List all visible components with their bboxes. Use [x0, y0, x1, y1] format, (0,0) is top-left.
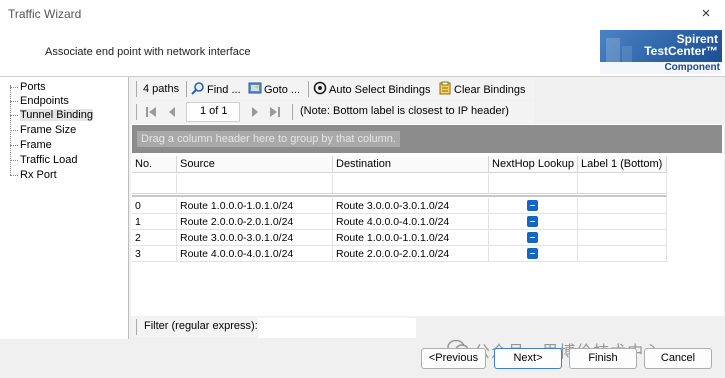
- group-by-hint: Drag a column header here to group by th…: [137, 131, 400, 147]
- filter-label: Filter (regular express):: [144, 320, 258, 332]
- column-header-nexthop-lookup[interactable]: NextHop Lookup: [489, 156, 578, 173]
- nav-item-rx-port[interactable]: Rx Port: [10, 168, 57, 182]
- filter-input[interactable]: [258, 318, 416, 338]
- logo-badge: Component: [664, 62, 720, 73]
- nav-item-traffic-load[interactable]: Traffic Load: [10, 153, 77, 167]
- paths-count: 4 paths: [143, 83, 180, 95]
- cell-no[interactable]: 1: [132, 214, 177, 230]
- column-header-destination[interactable]: Destination: [333, 156, 489, 173]
- cell-no[interactable]: 2: [132, 230, 177, 246]
- toolbar-grip: [136, 81, 137, 97]
- cell-nexthop[interactable]: [489, 214, 578, 230]
- nav-item-frame-size[interactable]: Frame Size: [10, 123, 76, 137]
- cell-nexthop[interactable]: [489, 246, 578, 262]
- goto-label: Goto ...: [264, 84, 301, 96]
- clear-bindings-label: Clear Bindings: [454, 84, 526, 96]
- logo-text-line2: TestCenter™: [644, 44, 718, 58]
- spirent-logo: Spirent TestCenter™ Component: [600, 30, 722, 74]
- find-label: Find ...: [207, 84, 241, 96]
- previous-button[interactable]: <Previous: [421, 348, 486, 369]
- cell-destination[interactable]: Route 4.0.0.0-4.0.1.0/24: [333, 214, 489, 230]
- cell-label-1[interactable]: [578, 246, 667, 262]
- page-indicator: 1 of 1: [200, 105, 228, 117]
- wizard-step-tree: Ports Endpoints Tunnel Binding Frame Siz…: [0, 77, 129, 339]
- column-filter-cell[interactable]: [489, 174, 578, 194]
- cell-source[interactable]: Route 2.0.0.0-2.0.1.0/24: [177, 214, 333, 230]
- nav-item-ports[interactable]: Ports: [10, 80, 46, 94]
- toolbar-separator: [292, 104, 293, 120]
- cell-label-1[interactable]: [578, 230, 667, 246]
- title-bar: [0, 0, 725, 28]
- nav-item-endpoints[interactable]: Endpoints: [10, 94, 69, 108]
- column-filter-cell[interactable]: [578, 174, 667, 194]
- column-header-source[interactable]: Source: [177, 156, 333, 173]
- close-button[interactable]: ×: [695, 4, 717, 24]
- cell-nexthop[interactable]: [489, 230, 578, 246]
- column-header-no[interactable]: No.: [132, 156, 177, 173]
- next-page-icon[interactable]: [249, 105, 261, 119]
- column-filter-cell[interactable]: [132, 174, 177, 194]
- cell-source[interactable]: Route 3.0.0.0-3.0.1.0/24: [177, 230, 333, 246]
- cell-destination[interactable]: Route 2.0.0.0-2.0.1.0/24: [333, 246, 489, 262]
- tree-connector: [10, 85, 11, 175]
- first-page-icon[interactable]: [144, 105, 158, 119]
- finish-button[interactable]: Finish: [569, 348, 637, 369]
- nexthop-checkbox[interactable]: [527, 248, 538, 259]
- next-button[interactable]: Next>: [494, 348, 562, 369]
- step-description: Associate end point with network interfa…: [45, 46, 251, 58]
- nav-item-frame[interactable]: Frame: [10, 138, 52, 152]
- window-title: Traffic Wizard: [8, 7, 82, 21]
- cell-no[interactable]: 0: [132, 198, 177, 214]
- nav-item-tunnel-binding[interactable]: Tunnel Binding: [10, 108, 93, 122]
- goto-button[interactable]: Goto ...: [248, 81, 300, 97]
- toolbar-grip: [136, 319, 137, 335]
- toolbar-separator: [186, 81, 187, 97]
- nexthop-checkbox[interactable]: [527, 200, 538, 211]
- magnifier-icon: [191, 82, 204, 95]
- clear-icon: [439, 81, 451, 95]
- cell-destination[interactable]: Route 3.0.0.0-3.0.1.0/24: [333, 198, 489, 214]
- cell-no[interactable]: 3: [132, 246, 177, 262]
- cell-label-1[interactable]: [578, 198, 667, 214]
- label-order-note: (Note: Bottom label is closest to IP hea…: [300, 105, 509, 117]
- cell-label-1[interactable]: [578, 214, 667, 230]
- auto-select-bindings-button[interactable]: Auto Select Bindings: [313, 81, 431, 97]
- column-header-label-1[interactable]: Label 1 (Bottom): [578, 156, 667, 173]
- cell-destination[interactable]: Route 1.0.0.0-1.0.1.0/24: [333, 230, 489, 246]
- cell-source[interactable]: Route 1.0.0.0-1.0.1.0/24: [177, 198, 333, 214]
- nexthop-checkbox[interactable]: [527, 232, 538, 243]
- header-separator: [132, 195, 667, 197]
- cell-source[interactable]: Route 4.0.0.0-4.0.1.0/24: [177, 246, 333, 262]
- clear-bindings-button[interactable]: Clear Bindings: [438, 81, 526, 97]
- find-button[interactable]: Find ...: [191, 81, 241, 97]
- cancel-button[interactable]: Cancel: [644, 348, 712, 369]
- previous-page-icon[interactable]: [166, 105, 178, 119]
- auto-select-label: Auto Select Bindings: [329, 84, 431, 96]
- toolbar-grip: [136, 104, 137, 120]
- column-filter-cell[interactable]: [177, 174, 333, 194]
- last-page-icon[interactable]: [268, 105, 282, 119]
- auto-bind-icon: [313, 81, 327, 95]
- nexthop-checkbox[interactable]: [527, 216, 538, 227]
- cell-nexthop[interactable]: [489, 198, 578, 214]
- goto-icon: [248, 82, 262, 94]
- toolbar-separator: [308, 81, 309, 97]
- column-filter-cell[interactable]: [333, 174, 489, 194]
